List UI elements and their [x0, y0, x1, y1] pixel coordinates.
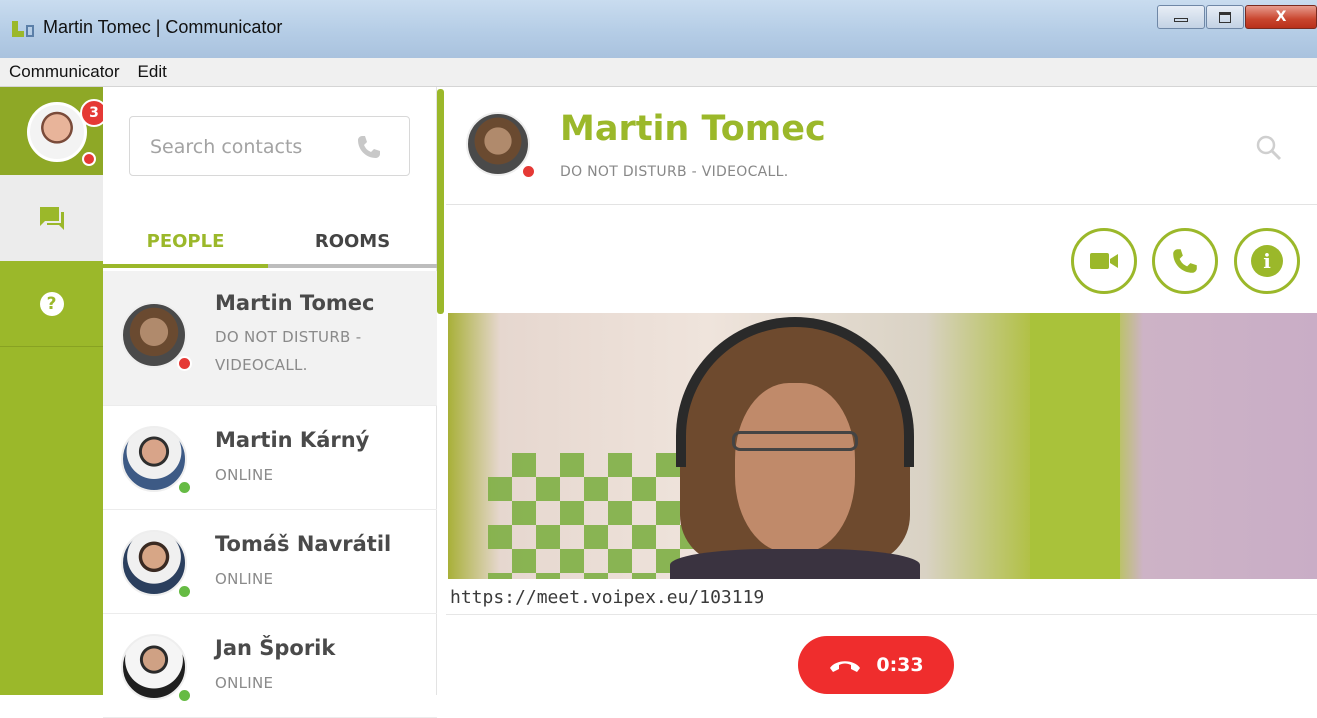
- conversation-avatar: [466, 112, 530, 176]
- maximize-icon: [1219, 11, 1231, 23]
- call-timer: 0:33: [876, 654, 924, 676]
- video-icon: [1090, 253, 1118, 269]
- avatar: [121, 634, 187, 700]
- video-call-button[interactable]: [1071, 228, 1137, 294]
- contacts-panel: PEOPLE ROOMS Martin Tomec DO NOT DISTURB…: [103, 87, 437, 718]
- minimize-icon: [1174, 18, 1188, 22]
- contact-item[interactable]: Tomáš Navrátil ONLINE: [103, 510, 437, 614]
- phone-icon: [1173, 249, 1197, 273]
- conversation-status-dot: [521, 164, 536, 179]
- status-dot: [177, 584, 192, 599]
- contact-name: Martin Tomec: [215, 291, 375, 315]
- tab-rooms-indicator: [268, 264, 437, 268]
- rail-item-chats[interactable]: [0, 175, 103, 261]
- search-icon[interactable]: [1256, 135, 1282, 161]
- window-controls: X: [1157, 5, 1317, 31]
- menu-communicator[interactable]: Communicator: [6, 62, 123, 82]
- contact-name: Jan Šporik: [215, 636, 336, 660]
- conversation-pane: Martin Tomec DO NOT DISTURB - VIDEOCALL.…: [446, 87, 1317, 695]
- avatar: [121, 426, 187, 492]
- tab-people-indicator: [103, 264, 268, 268]
- left-rail: ?: [0, 87, 103, 695]
- status-dot: [177, 480, 192, 495]
- menu-edit[interactable]: Edit: [135, 62, 170, 82]
- self-avatar[interactable]: [27, 102, 87, 162]
- contact-item[interactable]: Martin Kárný ONLINE: [103, 406, 437, 510]
- contact-item[interactable]: Martin Tomec DO NOT DISTURB - VIDEOCALL.: [103, 271, 437, 406]
- window-title: Martin Tomec | Communicator: [43, 17, 283, 37]
- conversation-title: Martin Tomec: [560, 109, 826, 149]
- header-divider: [446, 204, 1317, 205]
- hangup-icon: [830, 661, 861, 672]
- contact-item[interactable]: Jan Šporik ONLINE: [103, 614, 437, 718]
- avatar: [121, 530, 187, 596]
- chat-icon: [39, 207, 64, 230]
- help-icon: ?: [39, 291, 64, 316]
- conversation-status: DO NOT DISTURB - VIDEOCALL.: [560, 164, 789, 180]
- meeting-url[interactable]: https://meet.voipex.eu/103119: [446, 581, 1317, 615]
- close-button[interactable]: X: [1245, 5, 1317, 29]
- contacts-scrollbar[interactable]: [437, 89, 444, 314]
- status-dot: [177, 688, 192, 703]
- rail-item-help[interactable]: ?: [0, 261, 103, 347]
- video-stream: [448, 313, 1317, 579]
- search-input[interactable]: [148, 131, 362, 163]
- window-titlebar[interactable]: Martin Tomec | Communicator X: [0, 0, 1317, 58]
- minimize-button[interactable]: [1157, 5, 1205, 29]
- contact-status: ONLINE: [215, 674, 274, 692]
- tab-rooms[interactable]: ROOMS: [268, 217, 437, 265]
- menu-bar: Communicator Edit: [0, 58, 1317, 87]
- status-dot: [177, 356, 192, 371]
- avatar: [121, 302, 187, 368]
- phone-icon[interactable]: [355, 133, 383, 161]
- contact-status: ONLINE: [215, 570, 274, 588]
- hangup-button[interactable]: 0:33: [798, 636, 954, 694]
- contact-list: Martin Tomec DO NOT DISTURB - VIDEOCALL.…: [103, 271, 437, 718]
- self-status-dot: [82, 152, 96, 166]
- app-logo-icon: [12, 21, 34, 37]
- contact-name: Martin Kárný: [215, 428, 370, 452]
- contact-name: Tomáš Navrátil: [215, 532, 392, 556]
- maximize-button[interactable]: [1206, 5, 1244, 29]
- people-rooms-tabs: PEOPLE ROOMS: [103, 217, 437, 269]
- close-icon: X: [1275, 9, 1287, 25]
- tab-people[interactable]: PEOPLE: [103, 217, 268, 265]
- audio-call-button[interactable]: [1152, 228, 1218, 294]
- contact-status: DO NOT DISTURB - VIDEOCALL.: [215, 328, 362, 374]
- search-box: [129, 116, 410, 176]
- contact-status: ONLINE: [215, 466, 274, 484]
- info-button[interactable]: i: [1234, 228, 1300, 294]
- info-icon: i: [1251, 245, 1283, 277]
